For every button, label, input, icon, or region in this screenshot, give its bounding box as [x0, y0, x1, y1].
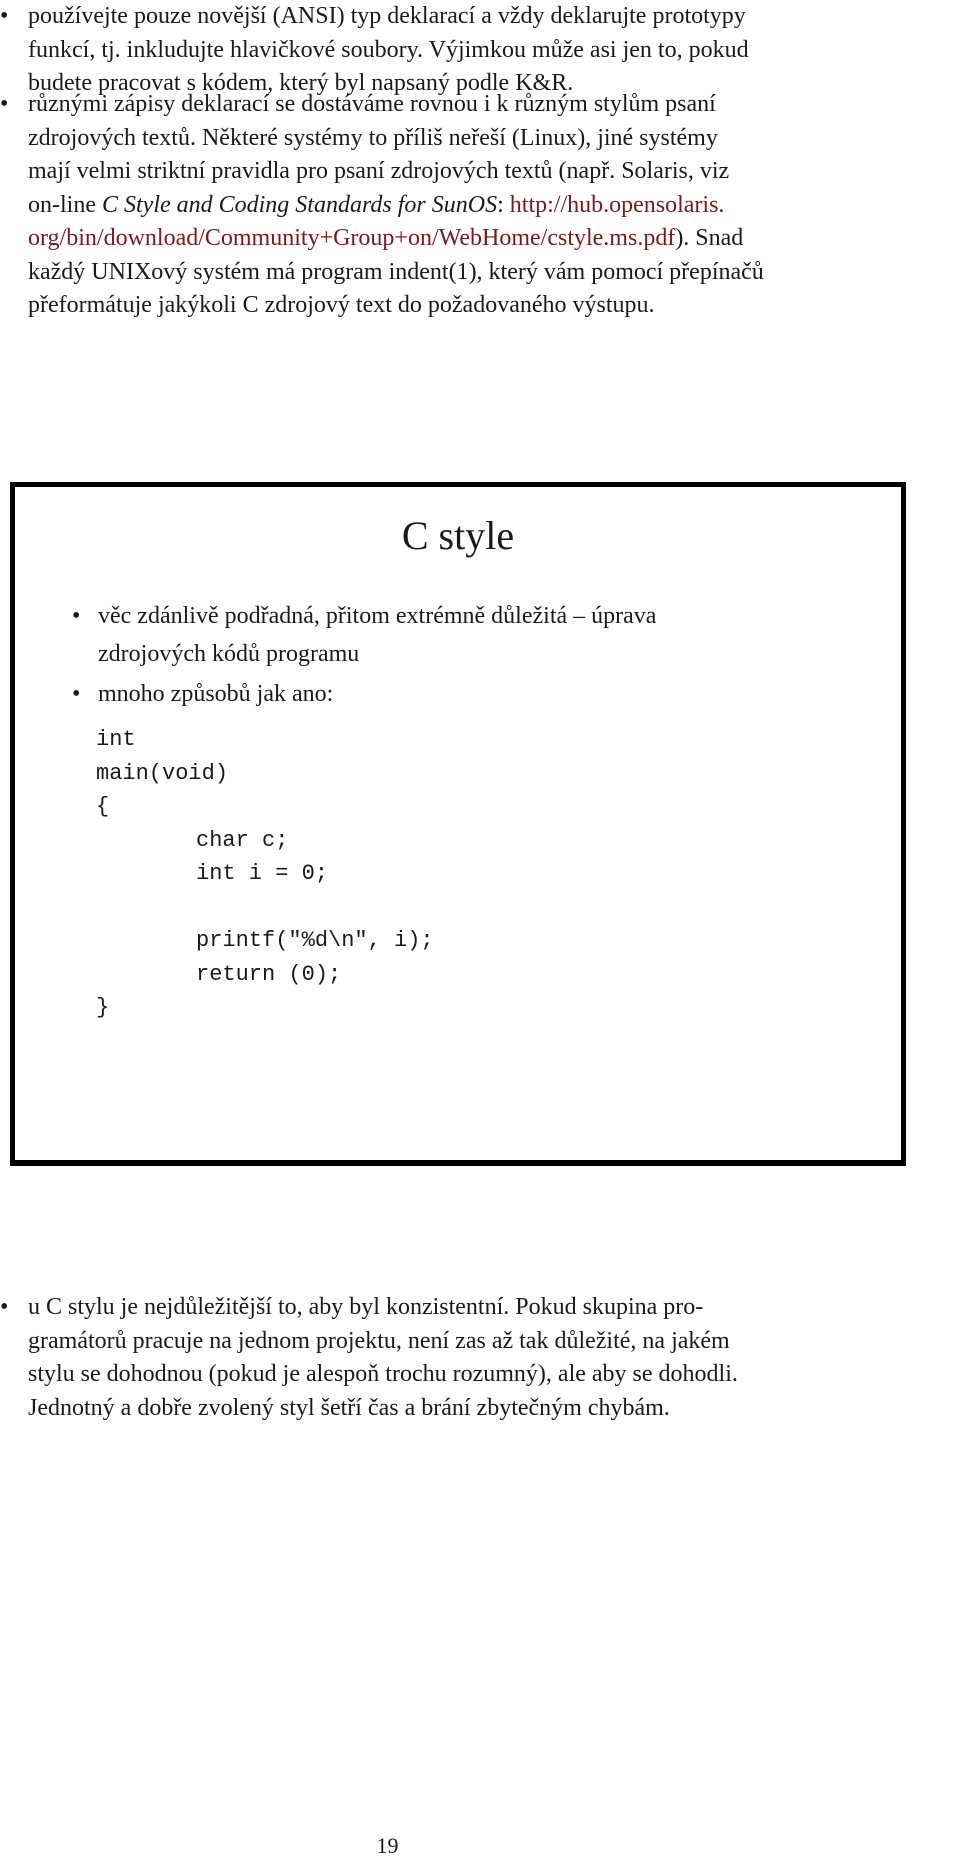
text-line: stylu se dohodnou (pokud je alespoň troc… — [28, 1361, 738, 1387]
bullet-icon: • — [0, 3, 9, 29]
code-line: int — [96, 727, 136, 752]
code-line: } — [96, 995, 110, 1020]
text-line: mají velmi striktní pravidla pro psaní z… — [28, 158, 730, 184]
bullet-icon: • — [0, 91, 9, 117]
code-block: int main(void) { char c; int i = 0; prin… — [96, 723, 434, 1025]
text-line: každý UNIXový systém má program indent(1… — [28, 258, 764, 285]
slide-frame: C style • věc zdánlivě podřadná, přitom … — [10, 482, 906, 1166]
text-line: zdrojových kódů programu — [98, 641, 360, 667]
text-line: gramátorů pracuje na jednom projektu, ne… — [28, 1327, 730, 1354]
text-line: přeformátuje jakýkoli C zdrojový text do… — [28, 292, 655, 318]
bullet-icon: • — [72, 681, 81, 707]
list-item-ansi-declarations: • používejte pouze novější (ANSI) typ de… — [0, 0, 958, 101]
code-line: int i = 0; — [196, 861, 329, 886]
text-line: různými zápisy deklarací se dostáváme ro… — [28, 91, 716, 117]
text-line: zdrojových textů. Některé systémy to pří… — [28, 124, 718, 151]
text-line: funkcí, tj. inkludujte hlavičkové soubor… — [28, 36, 749, 63]
text-line: používejte pouze novější (ANSI) typ dekl… — [28, 3, 746, 29]
cstyle-link-part1[interactable]: http://hub.opensolaris. — [510, 192, 725, 218]
text-line: Jednotný a dobře zvolený styl šetří čas … — [28, 1394, 670, 1421]
page-number: 19 — [376, 1833, 399, 1858]
code-line: main(void) — [96, 760, 229, 786]
text-line: u C stylu je nejdůležitější to, aby byl … — [28, 1294, 704, 1320]
text-line: org/bin/download/Community+Group+on/WebH… — [28, 222, 930, 256]
code-line: { — [96, 794, 110, 819]
code-line: char c; — [196, 827, 289, 853]
bullet-icon: • — [0, 1294, 9, 1320]
text-line: věc zdánlivě podřadná, přitom extrémně d… — [98, 603, 657, 629]
text-line: mnoho způsobů jak ano: — [98, 681, 334, 707]
code-line: return (0); — [196, 961, 342, 987]
cstyle-link-part2[interactable]: org/bin/download/Community+Group+on/WebH… — [28, 225, 675, 251]
text-fragment: : — [497, 191, 510, 218]
slide-list-item: • věc zdánlivě podřadná, přitom extrémně… — [72, 597, 657, 673]
slide-title: C style — [401, 513, 515, 558]
text-fragment: on-line — [28, 191, 102, 218]
list-item-coding-styles: • různými zápisy deklarací se dostáváme … — [0, 88, 958, 323]
text-line: on-line C Style and Coding Standards for… — [28, 189, 930, 223]
text-fragment: ). Snad — [675, 225, 744, 251]
document-title-italic: C Style and Coding Standards for SunOS — [101, 191, 498, 218]
list-item-consistency: • u C stylu je nejdůležitější to, aby by… — [0, 1291, 958, 1425]
slide-list-item: • mnoho způsobů jak ano: — [72, 675, 334, 713]
code-line: printf("%d\n", i); — [196, 928, 434, 953]
bullet-icon: • — [72, 603, 81, 629]
